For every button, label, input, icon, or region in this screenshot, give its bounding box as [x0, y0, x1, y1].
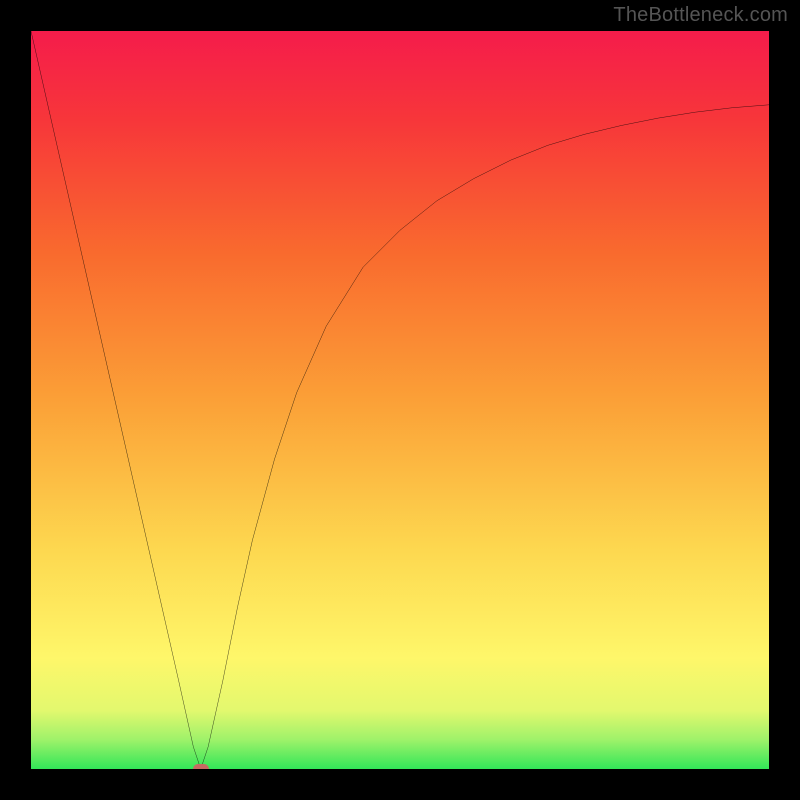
- curve-layer: [31, 31, 769, 769]
- bottleneck-curve: [31, 31, 769, 769]
- chart-frame: TheBottleneck.com: [0, 0, 800, 800]
- optimum-marker: [193, 764, 209, 769]
- plot-area: [31, 31, 769, 769]
- watermark-text: TheBottleneck.com: [613, 4, 788, 27]
